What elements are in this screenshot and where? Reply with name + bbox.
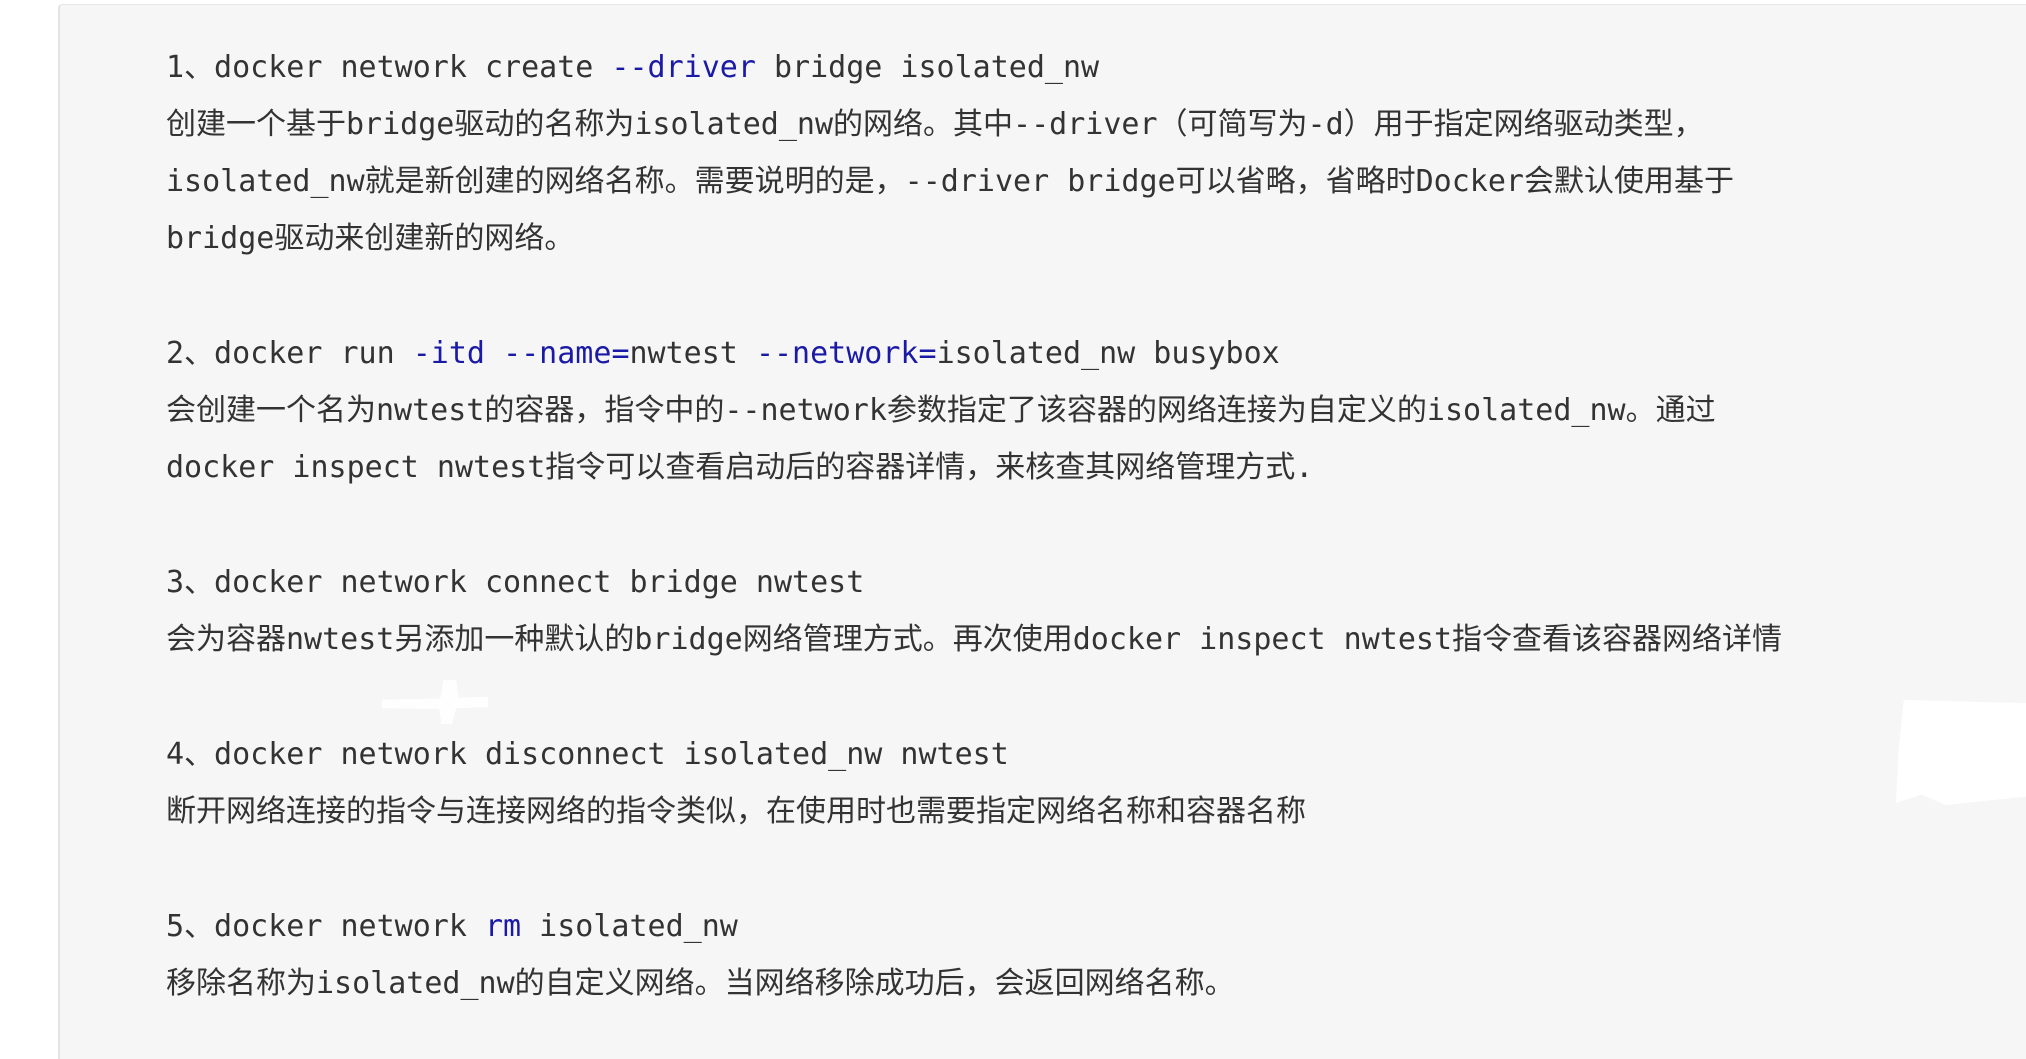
description-line: 移除名称为isolated_nw的自定义网络。当网络移除成功后，会返回网络名称。: [166, 966, 1235, 1001]
command-line-2: 2、docker run -itd --name=nwtest --networ…: [166, 325, 1280, 382]
command-text: nwtest: [629, 336, 756, 371]
command-text: 5、docker network: [166, 909, 485, 944]
command-flag: --name: [503, 336, 612, 371]
description-line: 创建一个基于bridge驱动的名称为isolated_nw的网络。其中--dri…: [166, 107, 1704, 142]
command-keyword: rm: [484, 909, 522, 944]
description-line: bridge驱动来创建新的网络。: [166, 221, 575, 256]
command-line-3: 3、docker network connect bridge nwtest: [166, 565, 865, 600]
command-text: 1、docker network create: [166, 50, 612, 85]
command-text: bridge isolated_nw: [755, 50, 1100, 85]
code-block: 1、docker network create --driver bridge …: [58, 4, 2026, 1059]
command-operator: =: [918, 336, 937, 371]
description-line: docker inspect nwtest指令可以查看启动后的容器详情，来核查其…: [166, 450, 1314, 485]
command-text: [485, 336, 503, 371]
command-flag: -itd: [412, 336, 485, 371]
description-line: 会创建一个名为nwtest的容器，指令中的--network参数指定了该容器的网…: [166, 393, 1716, 428]
command-text: isolated_nw: [521, 909, 738, 944]
command-text: isolated_nw busybox: [936, 336, 1280, 371]
command-flag: --driver: [611, 50, 756, 85]
command-line-1: 1、docker network create --driver bridge …: [166, 39, 1099, 96]
screen-artifact: [1896, 700, 2026, 805]
description-line: isolated_nw就是新创建的网络名称。需要说明的是，--driver br…: [166, 164, 1734, 199]
description-line: 会为容器nwtest另添加一种默认的bridge网络管理方式。再次使用docke…: [166, 622, 1783, 657]
command-operator: =: [611, 336, 630, 371]
description-line: 断开网络连接的指令与连接网络的指令类似，在使用时也需要指定网络名称和容器名称: [166, 794, 1306, 829]
command-text: 2、docker run: [166, 336, 413, 371]
command-line-5: 5、docker network rm isolated_nw: [166, 898, 738, 955]
command-line-4: 4、docker network disconnect isolated_nw …: [166, 737, 1009, 772]
command-flag: --network: [755, 336, 919, 371]
